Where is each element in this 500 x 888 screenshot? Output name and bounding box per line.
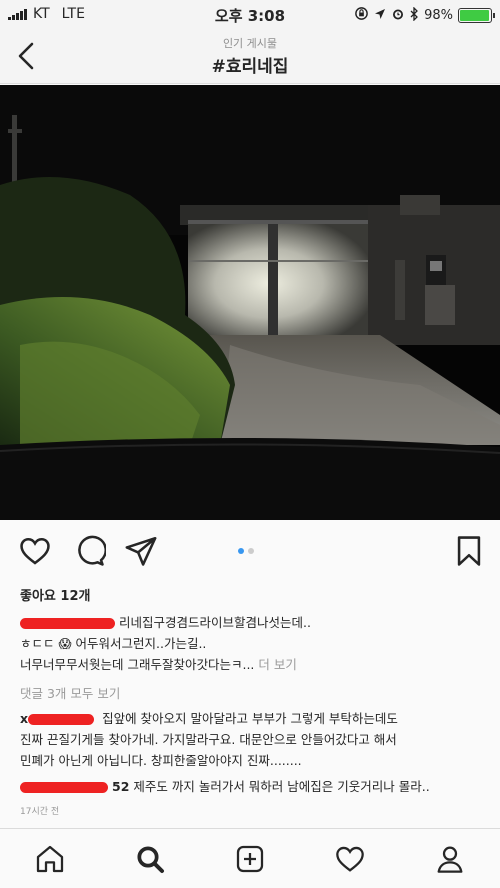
comment-1: x 집앞에 찾아오지 말아달라고 부부가 그렇게 부탁하는데도 [20, 708, 485, 729]
home-icon [36, 845, 64, 873]
profile-icon [437, 846, 463, 873]
page-title: #효리네집 [211, 57, 289, 77]
carousel-dot-active [238, 548, 244, 554]
scream-emoji: 😱 [58, 636, 72, 651]
heart-icon [336, 846, 364, 872]
battery-icon [458, 8, 495, 23]
save-button[interactable] [452, 534, 486, 568]
view-all-comments[interactable]: 댓글 3개 모두 보기 [20, 683, 120, 702]
comment-2: 52 제주도 까지 놀러가서 뭐하러 남에집은 기웃거리나 몰라.. [20, 776, 485, 797]
tab-search[interactable] [134, 843, 166, 875]
caption-text-3: 너무너무무서웟는데 그래두잘찾아갓다는ㅋ... [20, 657, 255, 672]
location-icon [374, 8, 386, 24]
like-button[interactable] [18, 534, 52, 568]
comment-2-text: 제주도 까지 놀러가서 뭐하러 남에집은 기웃거리나 몰라.. [133, 779, 430, 794]
search-icon [137, 846, 164, 873]
night-gate-photo [0, 85, 500, 520]
likes-count[interactable]: 좋아요 12개 [20, 585, 90, 604]
add-post-icon [236, 845, 264, 873]
alarm-icon [391, 7, 405, 25]
comment-1-user[interactable]: x [20, 711, 28, 726]
tab-new-post[interactable] [234, 843, 266, 875]
caption-line-3: 너무너무무서웟는데 그래두잘찾아갓다는ㅋ... 더 보기 [20, 654, 485, 675]
nav-subtitle: 인기 게시물 [222, 37, 278, 50]
redacted-username[interactable] [20, 618, 115, 629]
share-button[interactable] [124, 534, 158, 568]
post-actions [0, 530, 500, 570]
status-right: 98% [354, 5, 495, 25]
bookmark-icon [457, 536, 481, 566]
tab-profile[interactable] [434, 843, 466, 875]
tab-home[interactable] [34, 843, 66, 875]
redacted-username[interactable] [20, 782, 108, 793]
nav-header: 인기 게시물 #효리네집 [0, 30, 500, 84]
comment-2-user[interactable]: 52 [112, 779, 129, 794]
bottom-tab-bar [0, 828, 500, 888]
bluetooth-icon [410, 5, 419, 25]
redacted-username[interactable] [28, 714, 95, 725]
comment-bubble-icon [78, 535, 108, 566]
caption-user-2: ㅎㄷㄷ [20, 636, 55, 651]
comment-1-text-line1: 집앞에 찾아오지 말아달라고 부부가 그렇게 부탁하는데도 [102, 711, 398, 726]
caption-line-1: 리네집구경겸드라이브할겸나섯는데.. [20, 612, 485, 633]
post-timestamp: 17시간 전 [20, 807, 60, 817]
send-icon [125, 536, 157, 566]
comment-1-line3: 민폐가 아닌게 아닙니다. 창피한줄알아야지 진짜........ [20, 753, 302, 768]
comment-button[interactable] [72, 534, 108, 568]
caption-text-2: 어두워서그런지..가는길.. [75, 636, 207, 651]
more-link[interactable]: 더 보기 [258, 657, 296, 672]
carousel-dot [248, 548, 254, 554]
heart-icon [20, 537, 50, 565]
battery-percent: 98% [424, 8, 453, 23]
comment-1-line2: 진짜 끈질기게들 찾아가네. 가지말라구요. 대문안으로 안들어갔다고 해서 [20, 732, 397, 747]
post-photo[interactable] [0, 85, 500, 520]
tab-activity[interactable] [334, 843, 366, 875]
status-bar: KT LTE 오후 3:08 98% [0, 0, 500, 30]
caption-line-2: ㅎㄷㄷ 😱 어두워서그런지..가는길.. [20, 633, 485, 654]
caption-text-1: 리네집구경겸드라이브할겸나섯는데.. [119, 615, 311, 630]
carousel-indicator [238, 548, 254, 554]
rotation-lock-icon [354, 6, 369, 25]
